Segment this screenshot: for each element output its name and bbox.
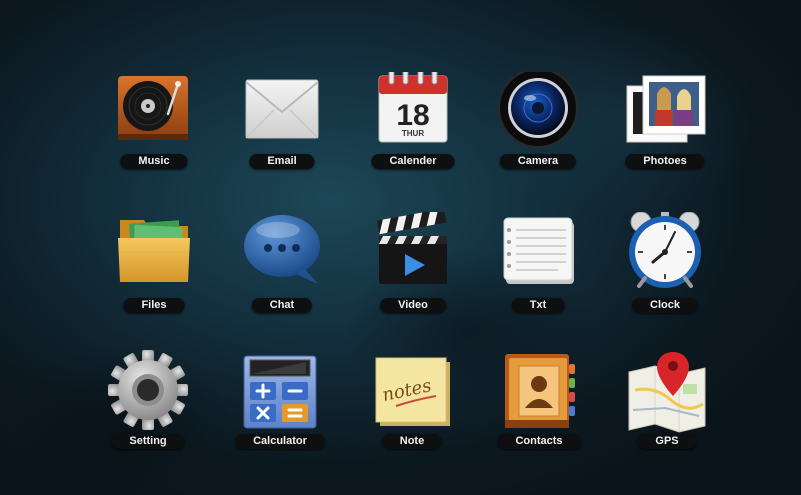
address-book-icon — [505, 354, 575, 428]
calendar-day: 18 — [396, 99, 429, 132]
app-calculator[interactable]: Calculator — [220, 350, 340, 470]
app-music[interactable]: Music — [94, 72, 214, 192]
app-email[interactable]: Email — [222, 72, 342, 192]
app-label: Video — [380, 298, 446, 313]
app-label: Note — [381, 434, 443, 449]
sticky-note-icon: notes — [375, 357, 450, 426]
app-label: Clock — [632, 298, 698, 313]
app-label: Txt — [511, 298, 565, 313]
app-clock[interactable]: Clock — [605, 212, 725, 332]
app-label: Files — [123, 298, 185, 313]
alarm-clock-icon — [629, 212, 701, 288]
app-calender[interactable]: 18 THUR Calender — [353, 72, 473, 192]
app-label: Contacts — [497, 434, 581, 449]
app-label: Camera — [499, 154, 577, 169]
app-label: Photoes — [625, 154, 705, 169]
app-grid: Music Email 18 THUR Calender Camera Phot… — [0, 0, 801, 495]
app-files[interactable]: Files — [94, 212, 214, 332]
app-video[interactable]: Video — [353, 212, 473, 332]
desktop: { "launcher": { "apps": [ {"label": "Mus… — [0, 0, 801, 495]
chat-bubble-icon — [244, 215, 320, 284]
app-label: GPS — [637, 434, 697, 449]
calendar-weekday: THUR — [402, 129, 424, 138]
app-label: Setting — [111, 434, 185, 449]
notepad-icon — [503, 217, 574, 284]
camera-lens-icon — [498, 72, 578, 148]
app-gps[interactable]: GPS — [607, 350, 727, 470]
app-camera[interactable]: Camera — [478, 72, 598, 192]
calendar-icon: 18 THUR — [378, 72, 448, 143]
app-label: Email — [249, 154, 315, 169]
app-contacts[interactable]: Contacts — [479, 350, 599, 470]
photos-icon — [626, 75, 706, 143]
app-txt[interactable]: Txt — [478, 212, 598, 332]
calculator-icon — [243, 355, 317, 429]
envelope-icon — [245, 79, 319, 139]
music-turntable-icon — [118, 76, 188, 140]
app-label: Calender — [371, 154, 455, 169]
app-chat[interactable]: Chat — [222, 212, 342, 332]
app-photoes[interactable]: Photoes — [605, 72, 725, 192]
app-label: Calculator — [235, 434, 325, 449]
app-label: Chat — [251, 298, 313, 313]
app-label: Music — [120, 154, 188, 169]
app-note[interactable]: notes Note — [352, 350, 472, 470]
gear-icon — [108, 350, 188, 430]
clapperboard-icon — [376, 212, 447, 284]
folder-icon — [118, 220, 190, 282]
map-pin-icon — [628, 352, 706, 433]
app-setting[interactable]: Setting — [88, 350, 208, 470]
